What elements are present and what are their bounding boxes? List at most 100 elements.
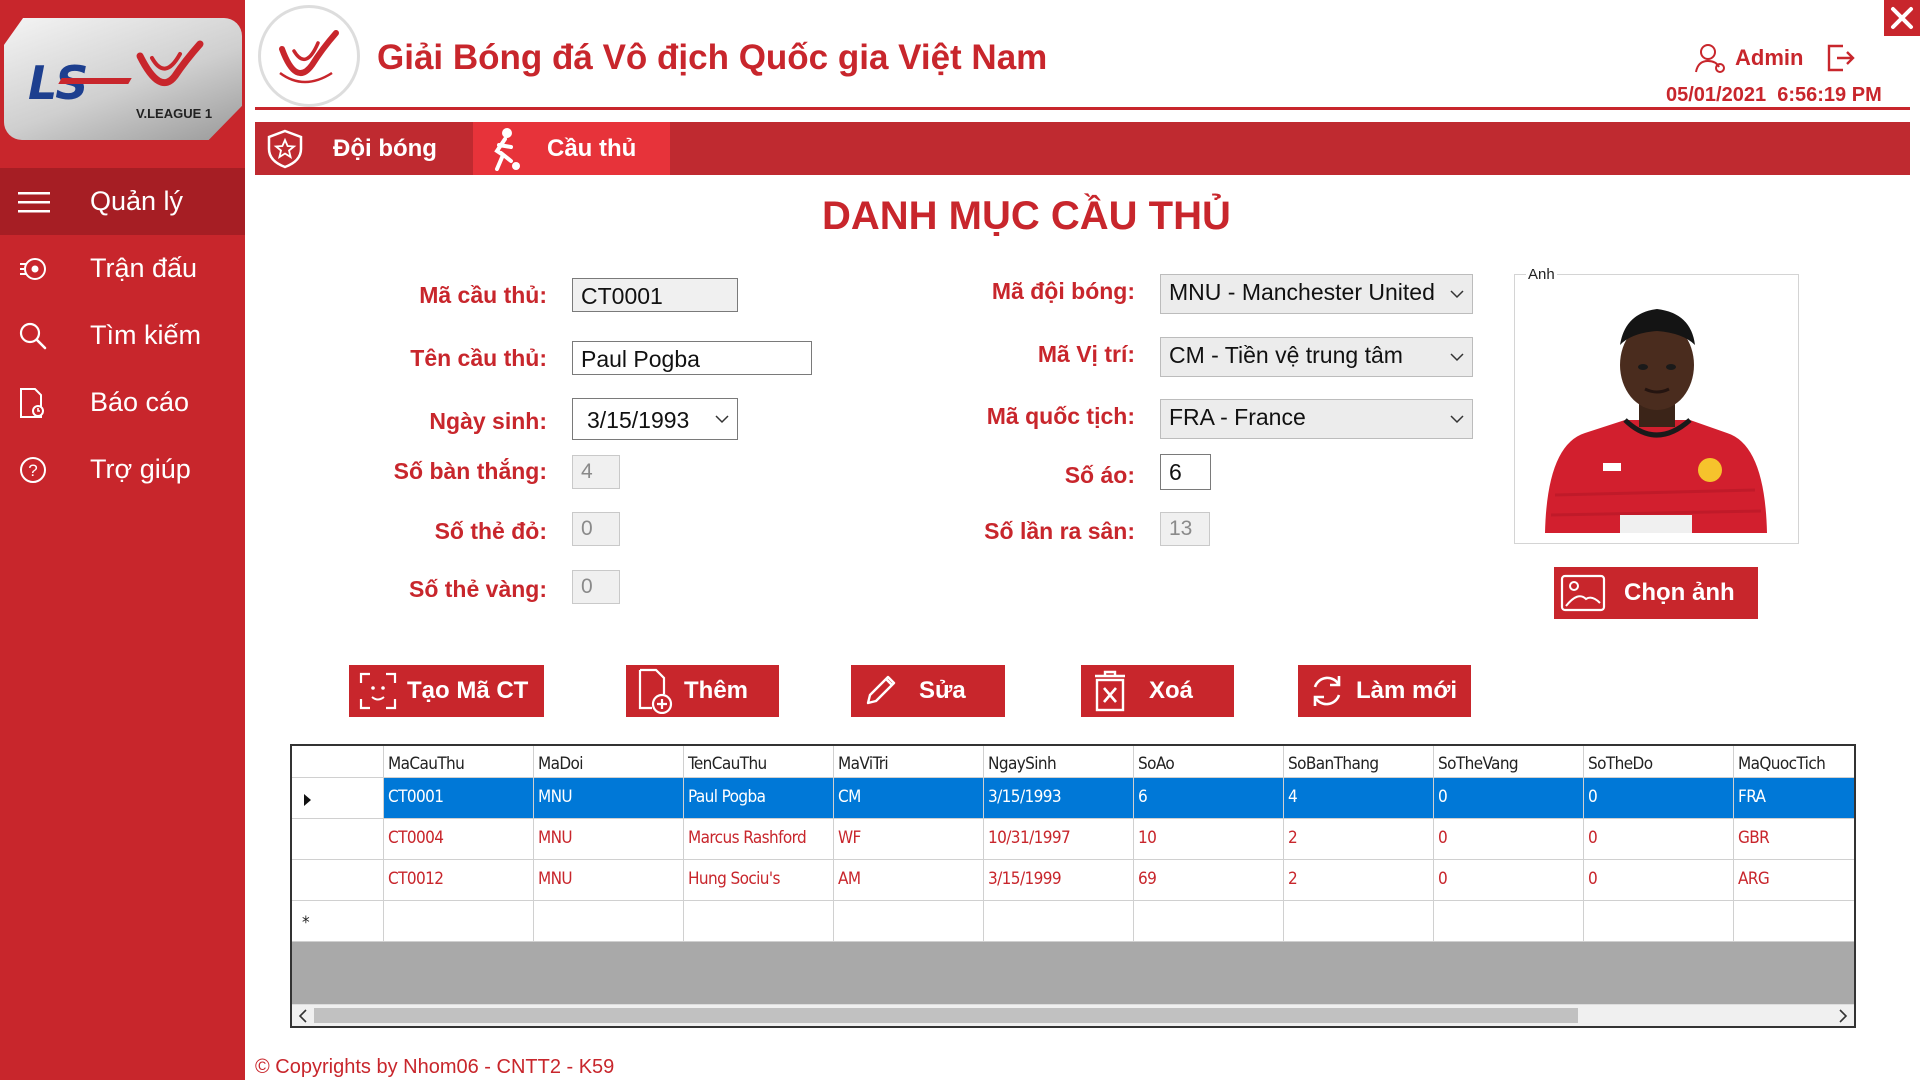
table-cell[interactable]: GBR xyxy=(1734,819,1854,860)
ma-quoc-tich-select[interactable]: FRA - France xyxy=(1160,399,1473,439)
tab-cau-thu[interactable]: Cầu thủ xyxy=(473,122,670,175)
logo-subtitle: V.LEAGUE 1 xyxy=(136,106,213,121)
photo-caption: Anh xyxy=(1526,266,1557,283)
scrollbar-thumb[interactable] xyxy=(314,1008,1578,1023)
table-cell[interactable] xyxy=(984,901,1134,942)
table-cell[interactable]: 0 xyxy=(1584,778,1734,819)
table-cell[interactable] xyxy=(1734,901,1854,942)
table-cell[interactable]: 3/15/1999 xyxy=(984,860,1134,901)
tab-doi-bong[interactable]: Đội bóng xyxy=(255,122,473,175)
edit-button[interactable]: Sửa xyxy=(851,665,1005,717)
row-selector[interactable] xyxy=(292,778,384,819)
sidebar-item-bao-cao[interactable]: Báo cáo xyxy=(0,369,245,436)
close-button[interactable] xyxy=(1884,0,1920,36)
table-cell[interactable]: 0 xyxy=(1584,819,1734,860)
column-header[interactable]: MaViTri xyxy=(834,746,984,778)
datetime: 05/01/2021 6:56:19 PM xyxy=(1666,84,1882,107)
match-icon xyxy=(0,255,90,283)
table-cell[interactable]: MNU xyxy=(534,860,684,901)
horizontal-scrollbar[interactable] xyxy=(292,1004,1854,1026)
ma-doi-bong-select[interactable]: MNU - Manchester United xyxy=(1160,274,1473,314)
table-cell[interactable]: Paul Pogba xyxy=(684,778,834,819)
table-cell[interactable]: MNU xyxy=(534,778,684,819)
table-cell[interactable]: 2 xyxy=(1284,860,1434,901)
table-cell[interactable]: 0 xyxy=(1434,819,1584,860)
ten-cau-thu-field[interactable]: Paul Pogba xyxy=(572,341,812,375)
scroll-right-icon[interactable] xyxy=(1837,1009,1849,1023)
table-cell[interactable]: 2 xyxy=(1284,819,1434,860)
so-ao-field[interactable]: 6 xyxy=(1160,454,1211,490)
table-cell[interactable]: WF xyxy=(834,819,984,860)
column-header[interactable]: MaCauThu xyxy=(384,746,534,778)
table-cell[interactable]: Hung Sociu's xyxy=(684,860,834,901)
table-cell[interactable] xyxy=(1284,901,1434,942)
sidebar-item-tran-dau[interactable]: Trận đấu xyxy=(0,235,245,302)
table-cell[interactable]: 69 xyxy=(1134,860,1284,901)
column-header[interactable]: SoAo xyxy=(1134,746,1284,778)
table-cell[interactable]: 0 xyxy=(1584,860,1734,901)
table-cell[interactable]: CT0012 xyxy=(384,860,534,901)
column-header[interactable]: MaQuocTich xyxy=(1734,746,1854,778)
ma-cau-thu-label: Mã cầu thủ: xyxy=(419,282,547,308)
new-row[interactable]: * xyxy=(292,901,1854,942)
table-cell[interactable]: 10/31/1997 xyxy=(984,819,1134,860)
ma-vi-tri-select[interactable]: CM - Tiền vệ trung tâm xyxy=(1160,337,1473,377)
table-cell[interactable] xyxy=(684,901,834,942)
choose-photo-button[interactable]: Chọn ảnh xyxy=(1554,567,1758,619)
generate-id-button[interactable]: Tạo Mã CT xyxy=(349,665,544,717)
table-cell[interactable]: 4 xyxy=(1284,778,1434,819)
sidebar-item-quan-ly[interactable]: Quản lý xyxy=(0,168,245,235)
ma-vi-tri-value: CM - Tiền vệ trung tâm xyxy=(1169,342,1403,368)
vleague-logo: LS V.LEAGUE 1 xyxy=(0,0,245,168)
ma-cau-thu-field[interactable]: CT0001 xyxy=(572,278,738,312)
table-cell[interactable]: Marcus Rashford xyxy=(684,819,834,860)
table-row[interactable]: CT0012 MNU Hung Sociu's AM 3/15/1999 69 … xyxy=(292,860,1854,901)
table-cell[interactable] xyxy=(1134,901,1284,942)
table-cell[interactable]: ARG xyxy=(1734,860,1854,901)
table-cell[interactable]: 0 xyxy=(1434,778,1584,819)
table-cell[interactable]: CM xyxy=(834,778,984,819)
table-cell[interactable]: 0 xyxy=(1434,860,1584,901)
table-cell[interactable]: 3/15/1993 xyxy=(984,778,1134,819)
column-header[interactable]: SoBanThang xyxy=(1284,746,1434,778)
column-header[interactable]: MaDoi xyxy=(534,746,684,778)
ma-quoc-tich-value: FRA - France xyxy=(1169,404,1306,430)
tab-label: Đội bóng xyxy=(333,134,437,162)
table-row[interactable]: CT0001 MNU Paul Pogba CM 3/15/1993 6 4 0… xyxy=(292,778,1854,819)
username-label[interactable]: Admin xyxy=(1735,45,1803,71)
table-cell[interactable]: CT0001 xyxy=(384,778,534,819)
table-cell[interactable]: FRA xyxy=(1734,778,1854,819)
ma-quoc-tich-label: Mã quốc tịch: xyxy=(986,403,1135,429)
add-button[interactable]: Thêm xyxy=(626,665,779,717)
column-header[interactable]: TenCauThu xyxy=(684,746,834,778)
search-icon xyxy=(0,321,90,351)
table-cell[interactable]: CT0004 xyxy=(384,819,534,860)
table-cell[interactable] xyxy=(1434,901,1584,942)
table-cell[interactable] xyxy=(534,901,684,942)
logout-icon[interactable] xyxy=(1825,42,1857,74)
shield-star-icon xyxy=(267,129,303,168)
table-row[interactable]: CT0004 MNU Marcus Rashford WF 10/31/1997… xyxy=(292,819,1854,860)
table-cell[interactable] xyxy=(1584,901,1734,942)
column-header[interactable]: SoTheDo xyxy=(1584,746,1734,778)
table-cell[interactable]: MNU xyxy=(534,819,684,860)
column-header[interactable]: SoTheVang xyxy=(1434,746,1584,778)
sidebar-item-tro-giup[interactable]: ? Trợ giúp xyxy=(0,436,245,503)
table-cell[interactable]: 10 xyxy=(1134,819,1284,860)
vleague-swoosh-icon xyxy=(279,30,339,84)
column-header[interactable]: NgaySinh xyxy=(984,746,1134,778)
row-selector[interactable] xyxy=(292,819,384,860)
table-cell[interactable] xyxy=(384,901,534,942)
players-grid[interactable]: MaCauThu MaDoi TenCauThu MaViTri NgaySin… xyxy=(290,744,1856,1028)
chevron-down-icon xyxy=(715,415,729,424)
table-cell[interactable]: AM xyxy=(834,860,984,901)
delete-button[interactable]: Xoá xyxy=(1081,665,1234,717)
chevron-down-icon xyxy=(1450,415,1464,424)
scroll-left-icon[interactable] xyxy=(297,1009,309,1023)
row-selector[interactable] xyxy=(292,860,384,901)
table-cell[interactable] xyxy=(834,901,984,942)
sidebar-item-tim-kiem[interactable]: Tìm kiếm xyxy=(0,302,245,369)
refresh-button[interactable]: Làm mới xyxy=(1298,665,1471,717)
ngay-sinh-datepicker[interactable]: 3/15/1993 xyxy=(572,398,738,440)
table-cell[interactable]: 6 xyxy=(1134,778,1284,819)
